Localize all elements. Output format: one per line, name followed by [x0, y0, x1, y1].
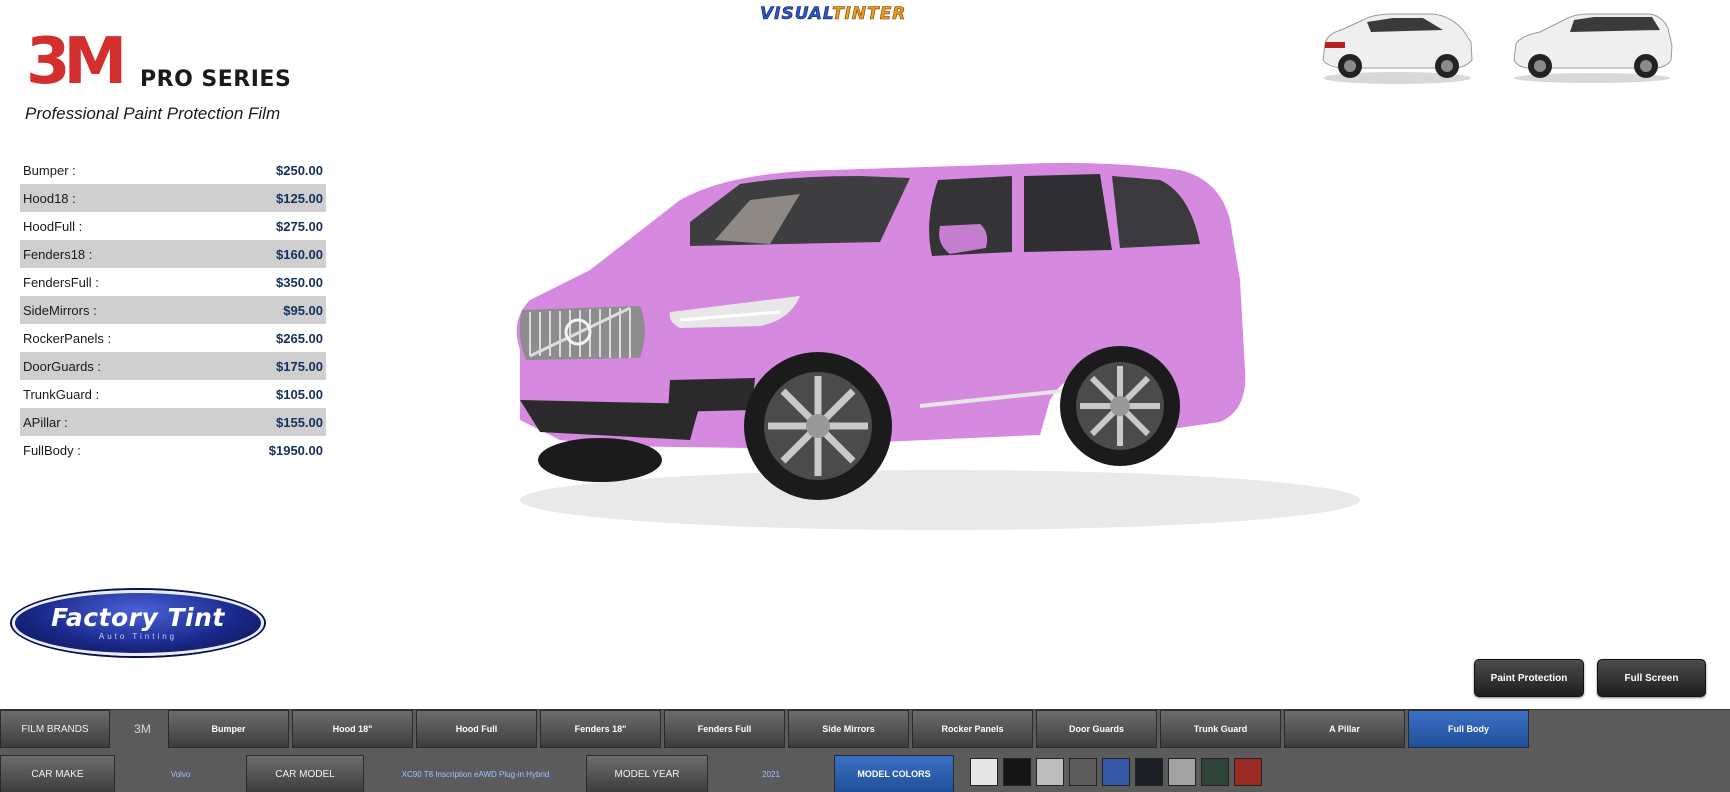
car-model-value: XC90 T8 Inscription eAWD Plug-in Hybrid — [368, 755, 583, 792]
area-button[interactable]: Door Guards — [1036, 710, 1157, 748]
car-model-label[interactable]: CAR MODEL — [246, 755, 364, 792]
3m-logo: 3M — [26, 25, 127, 99]
car-render — [516, 162, 1360, 530]
bottom-toolbar: FILM BRANDS 3M Bumper Hood 18" Hood Full Fe… — [0, 709, 1730, 792]
area-button[interactable]: Hood 18" — [292, 710, 413, 748]
color-swatch[interactable] — [1135, 758, 1163, 786]
price-label: FullBody : — [23, 442, 81, 458]
color-swatch[interactable] — [1036, 758, 1064, 786]
pro-series-title: PRO SERIES — [140, 67, 292, 92]
price-value: $125.00 — [276, 190, 323, 206]
price-value: $160.00 — [276, 246, 323, 262]
paint-protection-button[interactable]: Paint Protection — [1474, 659, 1584, 697]
area-button[interactable]: Rocker Panels — [912, 710, 1033, 748]
price-row: Fenders18 : $160.00 — [20, 240, 326, 268]
color-swatch[interactable] — [970, 758, 998, 786]
model-year-label[interactable]: MODEL YEAR — [586, 755, 708, 792]
price-label: Fenders18 : — [23, 246, 93, 262]
price-label: DoorGuards : — [23, 358, 102, 374]
factory-tint-logo-text: Factory Tint — [51, 603, 225, 632]
price-label: Bumper : — [23, 162, 76, 178]
price-label: SideMirrors : — [23, 302, 97, 318]
area-button[interactable]: Side Mirrors — [788, 710, 909, 748]
area-button[interactable]: Full Body — [1408, 710, 1529, 748]
price-value: $175.00 — [276, 358, 323, 374]
price-row: SideMirrors : $95.00 — [20, 296, 326, 324]
price-list: Bumper : $250.00 Hood18 : $125.00 HoodFull :… — [20, 156, 326, 464]
area-button[interactable]: A Pillar — [1284, 710, 1405, 748]
color-swatch[interactable] — [1234, 758, 1262, 786]
price-row: FullBody : $1950.00 — [20, 436, 326, 464]
color-swatch[interactable] — [1003, 758, 1031, 786]
color-swatch[interactable] — [1168, 758, 1196, 786]
price-value: $265.00 — [276, 330, 323, 346]
price-row: HoodFull : $275.00 — [20, 212, 326, 240]
film-brands-label[interactable]: FILM BRANDS — [0, 710, 110, 748]
area-button[interactable]: Trunk Guard — [1160, 710, 1281, 748]
area-button[interactable]: Fenders 18" — [540, 710, 661, 748]
visual-tinter-logo: VISUALTINTER — [760, 4, 907, 25]
price-value: $155.00 — [276, 414, 323, 430]
model-colors-button[interactable]: MODEL COLORS — [834, 755, 954, 792]
price-label: APillar : — [23, 414, 68, 430]
logo-part-visual: VISUAL — [760, 4, 832, 25]
factory-tint-logo-subtext: Auto Tinting — [98, 632, 178, 641]
price-label: TrunkGuard : — [23, 386, 100, 402]
price-value: $275.00 — [276, 218, 323, 234]
price-value: $95.00 — [283, 302, 323, 318]
model-year-value: 2021 — [711, 755, 831, 792]
price-row: RockerPanels : $265.00 — [20, 324, 326, 352]
price-row: APillar : $155.00 — [20, 408, 326, 436]
price-value: $350.00 — [276, 274, 323, 290]
car-make-label[interactable]: CAR MAKE — [0, 755, 115, 792]
color-swatch[interactable] — [1069, 758, 1097, 786]
factory-tint-logo: Factory Tint Auto Tinting — [12, 590, 264, 656]
price-value: $1950.00 — [268, 442, 323, 458]
price-value: $250.00 — [276, 162, 323, 178]
logo-part-tinter: TINTER — [831, 4, 907, 25]
price-row: FendersFull : $350.00 — [20, 268, 326, 296]
price-value: $105.00 — [276, 386, 323, 402]
area-button[interactable]: Bumper — [168, 710, 289, 748]
price-row: DoorGuards : $175.00 — [20, 352, 326, 380]
price-row: Hood18 : $125.00 — [20, 184, 326, 212]
car-view-thumbnail-rear[interactable] — [1315, 8, 1480, 88]
price-label: RockerPanels : — [23, 330, 112, 346]
full-screen-button[interactable]: Full Screen — [1597, 659, 1706, 697]
visualizer-stage: 3M PRO SERIES Professional Paint Protect… — [0, 0, 1730, 792]
color-swatch[interactable] — [1201, 758, 1229, 786]
price-row: Bumper : $250.00 — [20, 156, 326, 184]
selected-film-brand: 3M — [120, 710, 165, 748]
area-button[interactable]: Hood Full — [416, 710, 537, 748]
product-subtitle: Professional Paint Protection Film — [25, 104, 281, 123]
price-row: TrunkGuard : $105.00 — [20, 380, 326, 408]
car-view-thumbnail-side[interactable] — [1510, 8, 1675, 88]
price-label: Hood18 : — [23, 190, 76, 206]
area-button[interactable]: Fenders Full — [664, 710, 785, 748]
price-label: FendersFull : — [23, 274, 99, 290]
price-label: HoodFull : — [23, 218, 83, 234]
color-swatch[interactable] — [1102, 758, 1130, 786]
car-make-value: Volvo — [118, 755, 243, 792]
